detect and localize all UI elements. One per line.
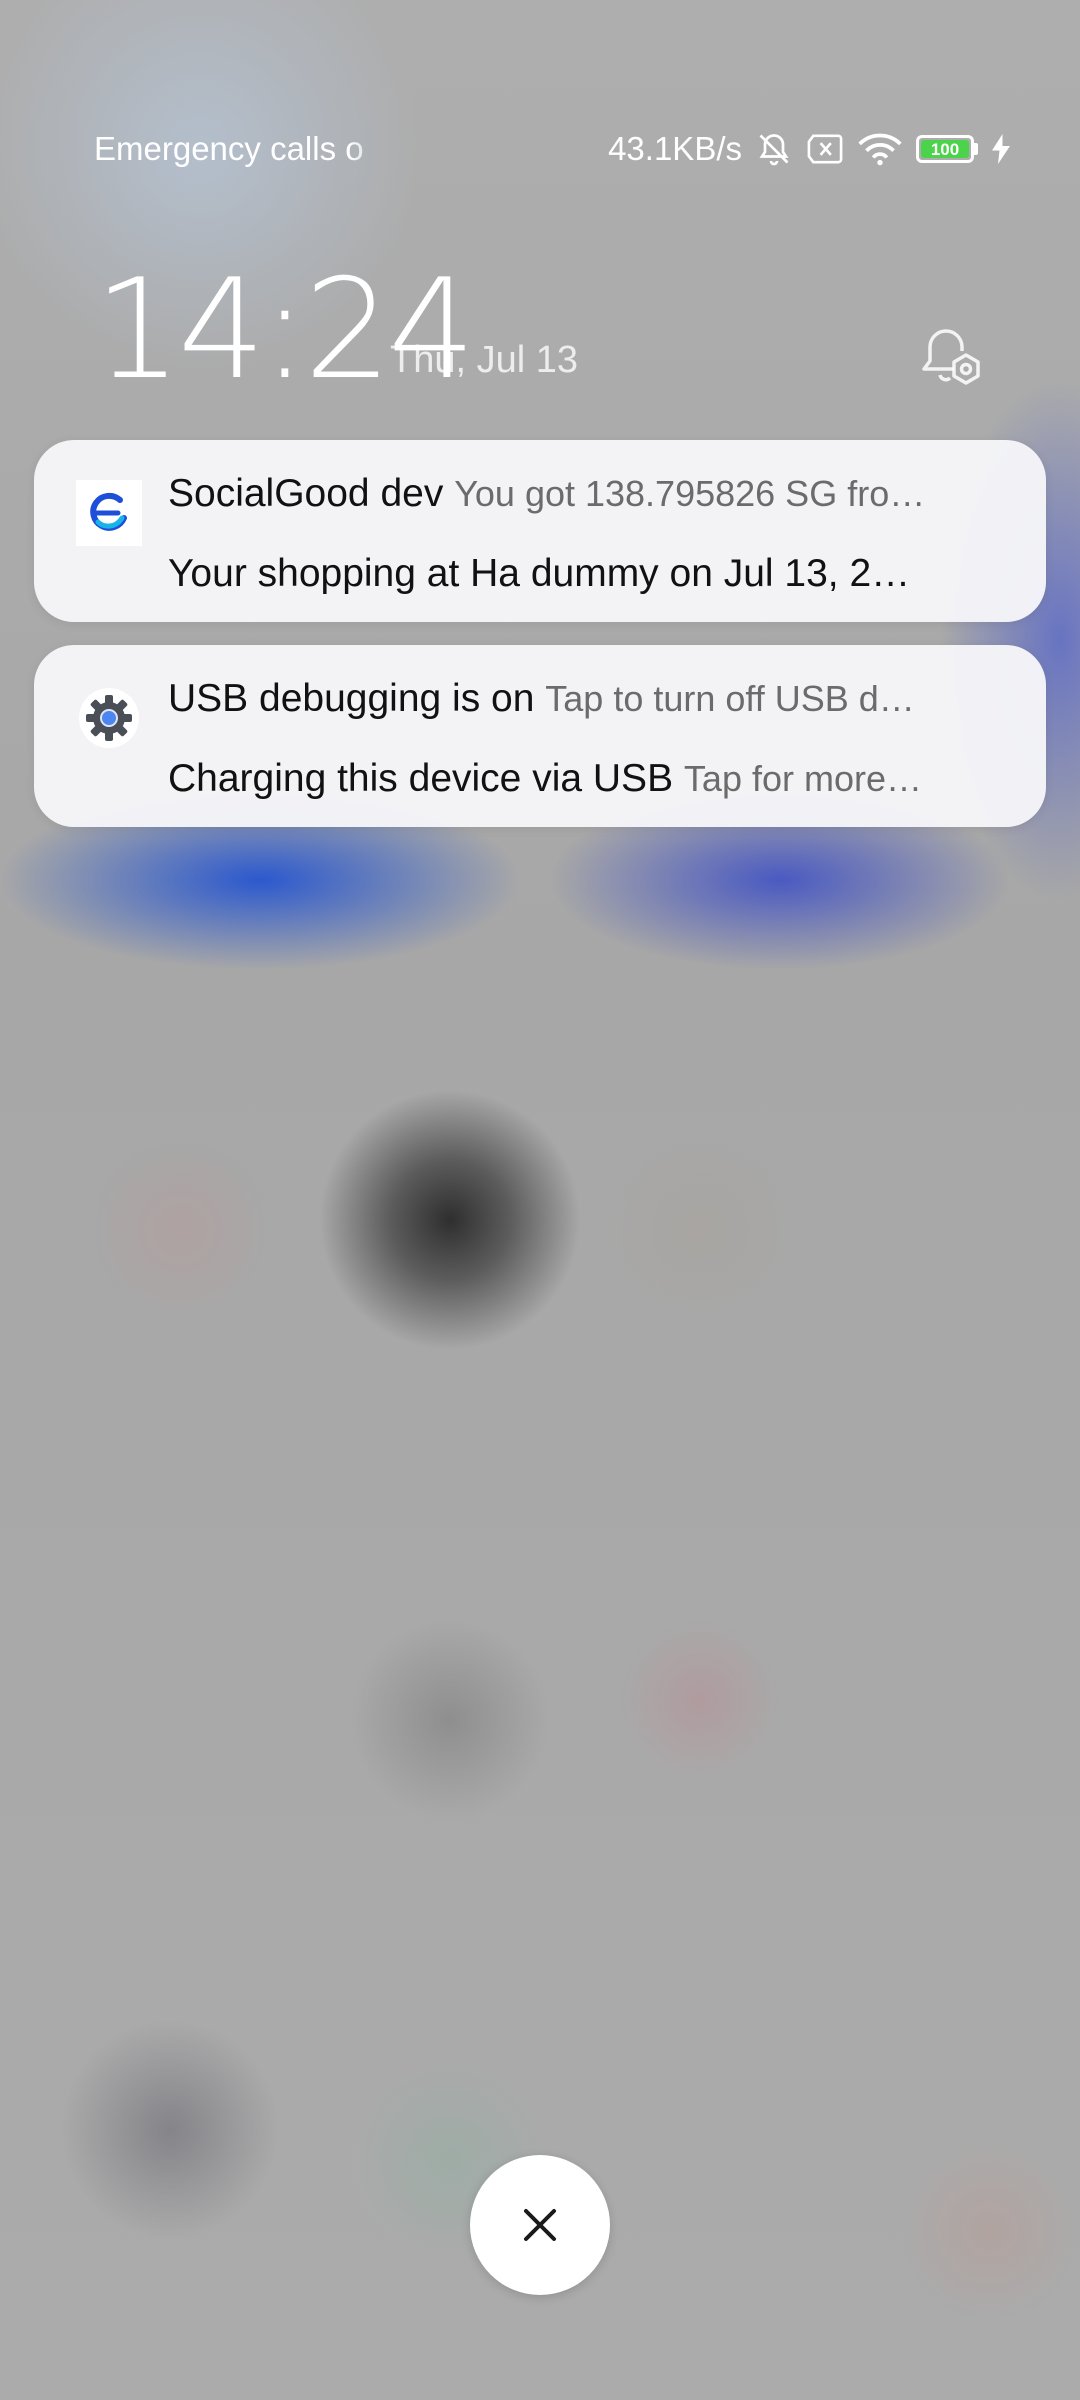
notification-title: USB debugging is on bbox=[168, 677, 535, 720]
status-icons: 43.1KB/s 100 bbox=[608, 130, 1010, 168]
notification-detail-line: Your shopping at Ha dummy on Jul 13, 2… bbox=[168, 548, 1002, 600]
charging-bolt-icon bbox=[992, 134, 1010, 164]
close-icon bbox=[524, 2209, 556, 2241]
notification-preview: Tap to turn off USB d… bbox=[545, 678, 915, 719]
notification-preview: You got 138.795826 SG fro… bbox=[454, 473, 926, 514]
clock-date: Thu, Jul 13 bbox=[390, 339, 578, 381]
status-bar: Emergency calls o 43.1KB/s 100 bbox=[94, 130, 1010, 168]
lockscreen-clock: 14:24 Thu, Jul 13 bbox=[94, 255, 986, 405]
settings-gear-icon bbox=[76, 685, 142, 751]
notification-usb[interactable]: USB debugging is on Tap to turn off USB … bbox=[34, 645, 1046, 827]
notification-app-title: SocialGood dev bbox=[168, 472, 444, 515]
mute-bell-icon bbox=[756, 131, 792, 167]
no-sim-icon bbox=[806, 132, 844, 166]
battery-icon: 100 bbox=[916, 135, 978, 163]
socialgood-app-icon bbox=[76, 480, 142, 546]
notification-second-preview: Tap for more… bbox=[683, 758, 922, 799]
carrier-text: Emergency calls o bbox=[94, 130, 364, 167]
network-speed: 43.1KB/s bbox=[608, 130, 742, 167]
clear-notifications-button[interactable] bbox=[470, 2155, 610, 2295]
notification-detail: Your shopping at Ha dummy on Jul 13, 2… bbox=[168, 552, 911, 595]
clock-time: 14:24 bbox=[94, 249, 476, 410]
notification-header: SocialGood dev You got 138.795826 SG fro… bbox=[168, 468, 1002, 520]
notification-charging-line: Charging this device via USB Tap for mor… bbox=[168, 753, 1002, 805]
notification-settings-icon[interactable] bbox=[916, 323, 986, 393]
wifi-icon bbox=[858, 132, 902, 166]
notification-usb-debugging-line: USB debugging is on Tap to turn off USB … bbox=[168, 673, 1002, 725]
notification-socialgood[interactable]: SocialGood dev You got 138.795826 SG fro… bbox=[34, 440, 1046, 622]
battery-level: 100 bbox=[921, 140, 969, 159]
notification-second-title: Charging this device via USB bbox=[168, 757, 674, 800]
